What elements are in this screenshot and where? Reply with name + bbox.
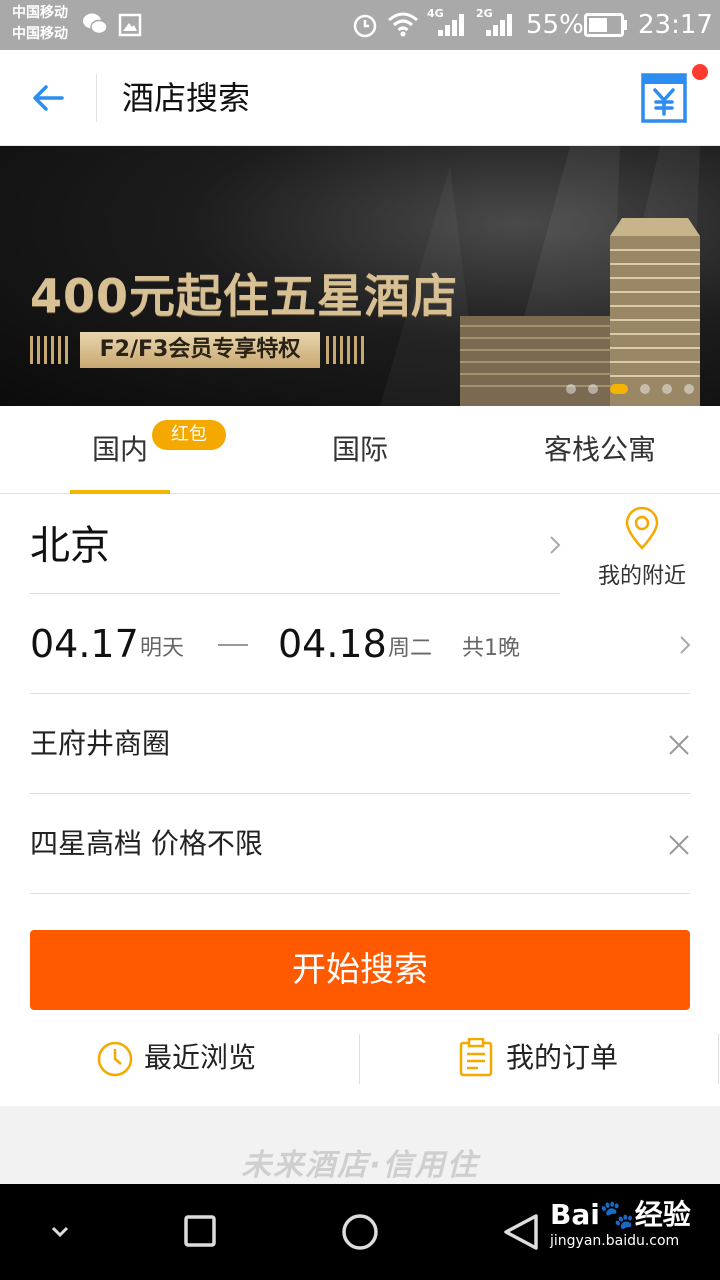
watermark-url: jingyan.baidu.com: [550, 1233, 680, 1249]
keyword-field[interactable]: 王府井商圈: [30, 724, 170, 764]
nights-count: 共1晚: [462, 636, 520, 661]
back-triangle-icon[interactable]: [492, 1204, 552, 1260]
carousel-dot[interactable]: [566, 384, 576, 394]
app-header: 酒店搜索: [0, 50, 720, 146]
search-form: 北京 我的附近 04.17 明天 04.18 周二 共1晚 王府井商圈 四星高档…: [0, 494, 720, 1106]
watermark-suffix: 经验: [634, 1198, 691, 1231]
quick-divider: [718, 1034, 719, 1084]
checkin-date[interactable]: 04.17: [30, 620, 139, 668]
recent-browse-label: 最近浏览: [144, 1041, 257, 1074]
wifi-icon: [388, 12, 418, 37]
notification-dot: [692, 64, 708, 80]
battery-percent: 55%: [526, 10, 584, 40]
banner-title: 400元起住五星酒店: [30, 269, 459, 323]
tab-domestic[interactable]: 国内: [60, 406, 180, 494]
star-price-field[interactable]: 四星高档 价格不限: [30, 824, 263, 864]
carrier-1: 中国移动: [12, 5, 68, 21]
checkin-day: 明天: [140, 636, 185, 661]
banner-subtitle: F2/F3会员专享特权: [80, 332, 320, 368]
tab-bar: 国内 红包 国际 客栈公寓: [0, 406, 720, 494]
checkout-date[interactable]: 04.18: [278, 620, 387, 668]
status-bar: 中国移动 中国移动 4G 2G 55% 23:17: [0, 0, 720, 50]
wechat-icon: [83, 13, 108, 35]
signal-icon: [438, 14, 464, 36]
battery-icon: [584, 13, 627, 37]
divider: [30, 893, 690, 894]
header-divider: [96, 74, 97, 122]
carousel-indicator[interactable]: [566, 384, 696, 396]
recent-browse-link[interactable]: 最近浏览: [96, 1034, 296, 1084]
baidu-jingyan-watermark: Bai🐾经验 jingyan.baidu.com: [550, 1198, 691, 1250]
stripes-left: [30, 336, 70, 364]
divider: [30, 693, 690, 694]
tab-international[interactable]: 国际: [300, 406, 420, 494]
my-orders-label: 我的订单: [506, 1041, 619, 1074]
carousel-dot-active[interactable]: [610, 384, 628, 394]
carrier-2: 中国移动: [12, 26, 68, 42]
location-pin-icon: [625, 506, 659, 550]
hide-nav-chevron-icon[interactable]: [30, 1204, 90, 1260]
invoice-icon[interactable]: [640, 72, 688, 124]
start-search-button[interactable]: 开始搜索: [30, 930, 690, 1010]
chevron-right-icon: [550, 536, 561, 554]
back-arrow-icon[interactable]: [28, 78, 68, 118]
watermark-brand: Bai: [550, 1198, 600, 1231]
date-separator: [218, 644, 248, 646]
carrier-info: 中国移动 中国移动: [12, 3, 68, 45]
home-icon[interactable]: [330, 1204, 390, 1260]
page-title: 酒店搜索: [122, 79, 251, 117]
system-nav-bar: Bai🐾经验 jingyan.baidu.com: [0, 1184, 720, 1280]
paw-icon: 🐾: [599, 1198, 635, 1231]
quick-divider: [359, 1034, 360, 1084]
signal-icon-2: [486, 14, 512, 36]
nearby-button[interactable]: 我的附近: [582, 506, 702, 596]
nearby-label: 我的附近: [597, 564, 686, 589]
banner-subtitle-box: F2/F3会员专享特权: [30, 332, 366, 368]
carousel-dot[interactable]: [640, 384, 650, 394]
gallery-icon: [118, 13, 142, 37]
promo-banner[interactable]: 400元起住五星酒店 F2/F3会员专享特权: [0, 146, 720, 406]
carousel-dot[interactable]: [588, 384, 598, 394]
red-packet-badge: 红包: [152, 420, 226, 450]
clock: 23:17: [638, 10, 713, 40]
recent-apps-icon[interactable]: [170, 1204, 230, 1260]
divider: [30, 593, 560, 594]
my-orders-link[interactable]: 我的订单: [458, 1034, 658, 1084]
stripes-right: [326, 336, 366, 364]
alarm-icon: [353, 14, 377, 38]
carousel-dot[interactable]: [684, 384, 694, 394]
city-selector[interactable]: 北京: [30, 520, 110, 572]
checkout-day: 周二: [388, 636, 433, 661]
order-list-icon: [459, 1038, 493, 1077]
clear-star-price-icon[interactable]: [668, 834, 690, 856]
chevron-right-icon[interactable]: [678, 634, 692, 656]
carousel-dot[interactable]: [662, 384, 672, 394]
tab-inn-apartment[interactable]: 客栈公寓: [520, 406, 680, 494]
divider: [30, 793, 690, 794]
footer-slogan: 未来酒店·信用住: [241, 1148, 479, 1183]
clock-icon: [97, 1041, 133, 1077]
clear-keyword-icon[interactable]: [668, 734, 690, 756]
